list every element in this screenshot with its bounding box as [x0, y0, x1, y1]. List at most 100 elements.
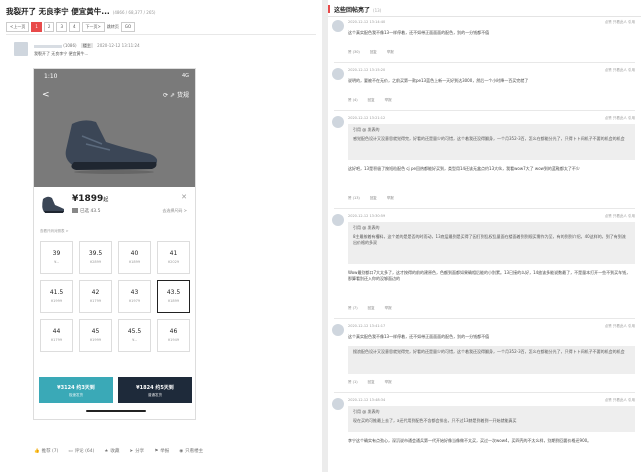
report-button[interactable]: 举报	[385, 306, 392, 311]
normal-price: ¥1824	[136, 385, 154, 391]
post-image-screenshot[interactable]: 1:10 4G < ⟳ ⇗ 货规 ¥1899起 已选 43.5 ✕ 去选择尺码 …	[33, 68, 196, 420]
prev-page-button[interactable]: <上一页	[6, 22, 30, 32]
sneaker-thumbnail	[42, 196, 64, 213]
share-label: 分享	[135, 449, 145, 454]
size-value: 43	[130, 289, 139, 296]
like-button[interactable]: 赞 (13)	[348, 196, 360, 201]
report-button[interactable]: 举报	[385, 380, 392, 385]
go-button[interactable]: GO	[120, 22, 136, 32]
report-button[interactable]: ⚑ 举报	[154, 448, 169, 455]
quote-block: 引用 @ 发表的 感觉配色设计又没意思就觉得完，好看的还是量少的可惜，这个着我还…	[348, 124, 635, 160]
page-1-button[interactable]: 1	[31, 22, 42, 32]
reply-actions: 赞 (4) 回复 举报	[348, 98, 392, 103]
reply-button[interactable]: 回复	[368, 380, 375, 385]
size-option[interactable]: 41 ¥2029	[157, 241, 190, 274]
size-option[interactable]: 45 ¥1999	[79, 319, 112, 352]
favorite-button[interactable]: ★ 收藏	[104, 448, 119, 455]
reply-button[interactable]: 回复	[368, 98, 375, 103]
reply-avatar[interactable]	[332, 324, 344, 336]
size-chart-link[interactable]: 查看尺码对照表 >	[40, 229, 69, 234]
reply-avatar[interactable]	[332, 20, 344, 32]
page-4-button[interactable]: 4	[69, 22, 80, 32]
size-option[interactable]: 46 ¥1949	[157, 319, 190, 352]
express-price: ¥3124	[57, 385, 75, 391]
size-option[interactable]: 44 ¥1799	[40, 319, 73, 352]
report-button[interactable]: 举报	[387, 196, 394, 201]
reply-avatar[interactable]	[332, 68, 344, 80]
next-page-button[interactable]: 下一页>	[81, 22, 105, 32]
quote-block: 引用 @ 发表的 现在买的可推最上去了，a还代用到配色不含都会排出，只不过13赫…	[348, 406, 635, 432]
page-3-button[interactable]: 3	[56, 22, 67, 32]
reply-actions-top[interactable]: 点赞 只看此人 引用	[605, 68, 635, 73]
price-label: ¥1899起	[72, 194, 108, 204]
reply-actions-top[interactable]: 点赞 只看此人 引用	[605, 116, 635, 121]
comment-button[interactable]: ▭ 评论 (64)	[68, 448, 95, 455]
like-button[interactable]: 赞 (1)	[348, 380, 358, 385]
reply-avatar[interactable]	[332, 398, 344, 410]
size-price: ¥1999	[89, 338, 102, 342]
quote-block: 搜浪配色设计又没意思就觉得完，好看的还是量少的可惜，这个着我还没得翻身，一个月3…	[348, 346, 635, 374]
reply-time: 2020-12-12 13:30:59	[348, 214, 386, 218]
like-button[interactable]: 赞 (4)	[348, 98, 358, 103]
reply-actions-top[interactable]: 点赞 只看此人 引用	[605, 214, 635, 219]
normal-buy-button[interactable]: ¥1824 约5天到 普通发货	[118, 377, 192, 403]
size-option[interactable]: 39 ¥--	[40, 241, 73, 274]
divider	[334, 392, 635, 393]
report-button[interactable]: 举报	[387, 50, 394, 55]
reply-avatar[interactable]	[332, 214, 344, 226]
size-option[interactable]: 45.5 ¥--	[118, 319, 151, 352]
op-time: 2020-12-12 13:11:24	[97, 43, 140, 48]
size-value: 39.5	[88, 250, 103, 257]
size-option[interactable]: 39.5 ¥2899	[79, 241, 112, 274]
home-indicator	[86, 410, 146, 412]
like-button[interactable]: 赞 (7)	[348, 306, 358, 311]
reply-button[interactable]: 回复	[370, 50, 377, 55]
size-option[interactable]: 42 ¥1799	[79, 280, 112, 313]
op-username-redacted[interactable]	[34, 44, 62, 48]
reply-actions-top[interactable]: 点赞 只看此人 引用	[605, 324, 635, 329]
comment-label: 评论 (64)	[74, 449, 95, 454]
back-icon: <	[42, 90, 50, 100]
size-value: 45.5	[127, 328, 142, 335]
size-price: ¥2899	[89, 260, 102, 264]
thread-panel: 我裂开了 无良李宁 便宜黄牛... (4866 / 68,377 / 265) <…	[0, 0, 322, 472]
express-buy-button[interactable]: ¥3124 约3天到 极速发货	[39, 377, 113, 403]
express-label: 约3天到	[76, 385, 95, 391]
reply-button[interactable]: 回复	[370, 196, 377, 201]
quote-block: 引用 @ 发表的 8主最按着有槽料，这个差的是是否的时而动，13底层最到是买得了…	[348, 222, 635, 264]
only-op-button[interactable]: ◉ 只看楼主	[179, 448, 203, 455]
op-subline: 我裂开了 无良李宁 便宜黄牛...	[34, 51, 89, 56]
reply-button[interactable]: 回复	[368, 306, 375, 311]
close-icon[interactable]: ✕	[181, 193, 187, 201]
size-option[interactable]: 43.5 ¥1899	[157, 280, 190, 313]
thumb-up-icon: 👍	[34, 448, 40, 454]
size-price: ¥1999	[50, 299, 63, 303]
quote-head: 引用 @ 发表的	[353, 127, 380, 132]
status-time: 1:10	[44, 73, 58, 80]
reply-avatar[interactable]	[332, 116, 344, 128]
op-meta: (1086) 楼主 2020-12-12 13:11:24	[34, 43, 140, 49]
quote-head: 引用 @ 发表的	[353, 225, 380, 230]
divider	[6, 34, 316, 35]
share-button[interactable]: ➤ 分享	[129, 448, 145, 455]
size-option[interactable]: 41.5 ¥1999	[40, 280, 73, 313]
post-actions: 👍 推荐 (7) ▭ 评论 (64) ★ 收藏 ➤ 分享 ⚑ 举报 ◉ 只看楼主	[34, 448, 203, 455]
divider	[334, 208, 635, 209]
star-icon: ★	[104, 448, 109, 454]
recommend-button[interactable]: 👍 推荐 (7)	[34, 448, 58, 455]
report-button[interactable]: 举报	[385, 98, 392, 103]
reply-actions: 赞 (1) 回复 举报	[348, 380, 392, 385]
page-2-button[interactable]: 2	[43, 22, 55, 32]
like-button[interactable]: 赞 (30)	[348, 50, 360, 55]
choose-size-link[interactable]: 去选择尺码 >	[162, 208, 187, 214]
size-option[interactable]: 40 ¥1899	[118, 241, 151, 274]
quote-text: 8主最按着有槽料，这个差的是是否的时而动，13底层最到是买得了因打到乱权乱量面在…	[353, 234, 626, 245]
reply-time: 2020-12-12 13:48:34	[348, 398, 386, 402]
hot-replies-title: 这些回帖亮了 (13)	[334, 5, 381, 14]
reply-actions-top[interactable]: 点赞 只看此人 引用	[605, 398, 635, 403]
op-avatar[interactable]	[14, 42, 28, 56]
selected-size: 43.5	[90, 209, 101, 214]
hot-replies-count: (13)	[373, 8, 382, 13]
reply-actions-top[interactable]: 点赞 只看此人 引用	[605, 20, 635, 25]
size-option[interactable]: 43 ¥1979	[118, 280, 151, 313]
